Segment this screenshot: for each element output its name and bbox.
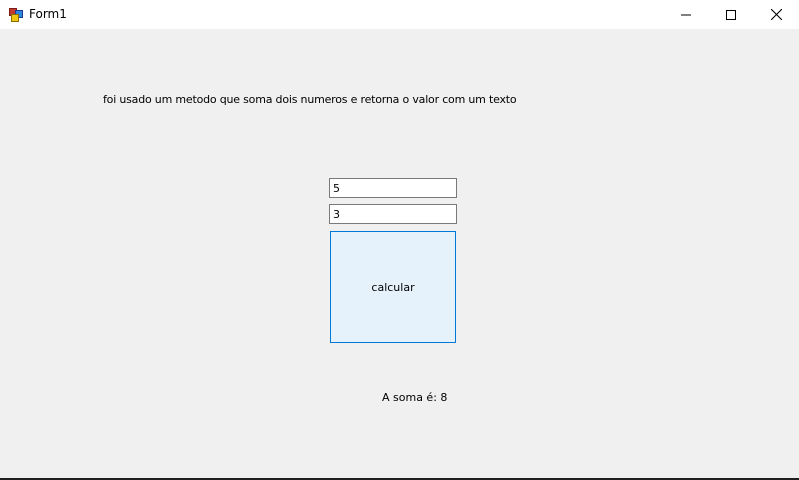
winforms-app-icon <box>9 7 23 22</box>
minimize-icon <box>681 5 691 24</box>
title-bar[interactable]: Form1 <box>0 0 799 29</box>
description-label: foi usado um metodo que soma dois numero… <box>103 93 517 106</box>
number1-input[interactable] <box>329 178 457 198</box>
minimize-button[interactable] <box>663 0 709 29</box>
close-icon <box>770 5 782 24</box>
form1-window: Form1 foi usado um metodo que soma dois … <box>0 0 799 480</box>
window-title: Form1 <box>29 7 67 21</box>
result-label: A soma é: 8 <box>382 391 448 404</box>
maximize-icon <box>726 5 736 24</box>
calculate-button[interactable]: calcular <box>330 231 456 343</box>
number2-input[interactable] <box>329 204 457 224</box>
close-button[interactable] <box>753 0 799 29</box>
maximize-button[interactable] <box>708 0 754 29</box>
